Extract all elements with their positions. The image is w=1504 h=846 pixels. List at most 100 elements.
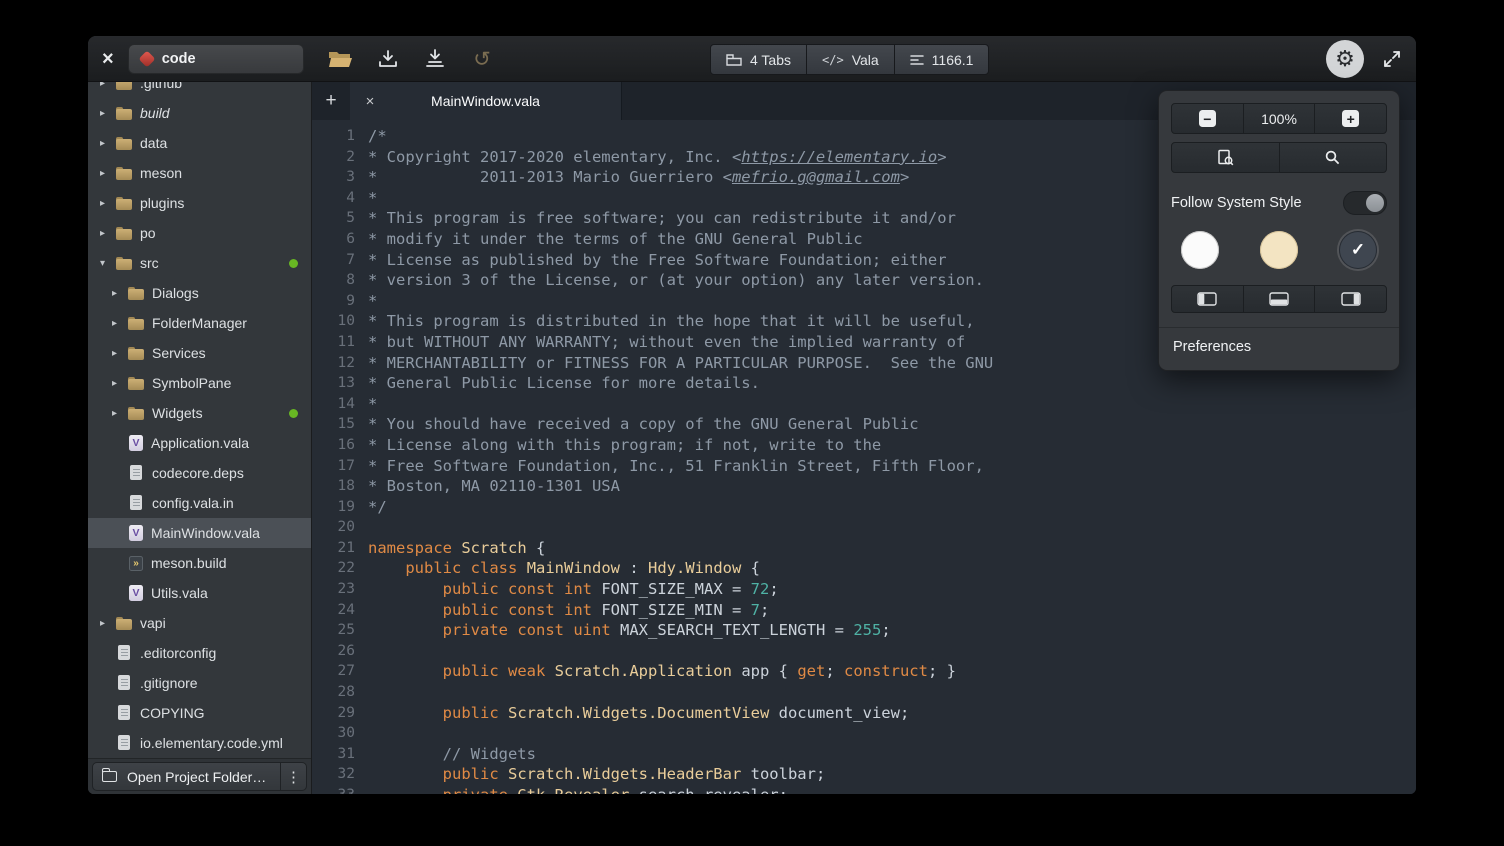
tree-item-copying[interactable]: COPYING	[88, 698, 311, 728]
follow-system-style-toggle[interactable]	[1343, 191, 1387, 215]
folder-icon	[116, 616, 132, 632]
tree-item-dialogs[interactable]: ▸Dialogs	[88, 278, 311, 308]
tree-item-codecore-deps[interactable]: codecore.deps	[88, 458, 311, 488]
tree-item-data[interactable]: ▸data	[88, 128, 311, 158]
code-line[interactable]: 32 public Scratch.Widgets.HeaderBar tool…	[312, 764, 1416, 785]
global-search-button[interactable]	[1279, 142, 1388, 173]
folder-icon	[116, 136, 132, 152]
code-line[interactable]: 15* You should have received a copy of t…	[312, 414, 1416, 435]
chevron-right-icon[interactable]: ▸	[100, 108, 116, 119]
tree-item-gitignore[interactable]: .gitignore	[88, 668, 311, 698]
open-project-control: Open Project Folder… ⋮	[92, 762, 307, 791]
chevron-right-icon[interactable]: ▸	[100, 618, 116, 629]
code-line[interactable]: 23 public const int FONT_SIZE_MAX = 72;	[312, 579, 1416, 600]
chevron-right-icon[interactable]: ▸	[100, 198, 116, 209]
chevron-right-icon[interactable]: ▸	[100, 82, 116, 89]
code-line[interactable]: 19*/	[312, 497, 1416, 518]
tab-mainwindow-vala[interactable]: × MainWindow.vala	[350, 82, 622, 120]
revert-button[interactable]: ↺	[467, 44, 497, 74]
tree-item-foldermanager[interactable]: ▸FolderManager	[88, 308, 311, 338]
open-file-button[interactable]	[326, 44, 356, 74]
tree-item-github[interactable]: ▸.github	[88, 82, 311, 98]
code-tag-icon: </>	[822, 53, 844, 67]
code-line[interactable]: 13* General Public License for more deta…	[312, 373, 1416, 394]
toggle-bottom-panel-button[interactable]	[1243, 285, 1316, 313]
folder-icon	[128, 406, 144, 422]
tree-item-label: .editorconfig	[140, 645, 216, 661]
tree-item-utils-vala[interactable]: VUtils.vala	[88, 578, 311, 608]
open-project-folder-button[interactable]: Open Project Folder…	[93, 763, 280, 790]
code-line[interactable]: 26	[312, 641, 1416, 662]
line-number: 17	[312, 456, 368, 477]
tree-item-vapi[interactable]: ▸vapi	[88, 608, 311, 638]
fullscreen-button[interactable]	[1382, 49, 1402, 69]
code-line[interactable]: 27 public weak Scratch.Application app {…	[312, 661, 1416, 682]
code-line[interactable]: 16* License along with this program; if …	[312, 435, 1416, 456]
save-button[interactable]	[373, 44, 403, 74]
tree-item-widgets[interactable]: ▸Widgets	[88, 398, 311, 428]
tree-item-editorconfig[interactable]: .editorconfig	[88, 638, 311, 668]
chevron-right-icon[interactable]: ▸	[112, 378, 128, 389]
preferences-label: Preferences	[1173, 339, 1251, 355]
line-content: public const int FONT_SIZE_MAX = 72;	[368, 579, 779, 600]
line-content: * MERCHANTABILITY or FITNESS FOR A PARTI…	[368, 353, 993, 374]
line-number: 5	[312, 208, 368, 229]
chevron-down-icon[interactable]: ▾	[100, 258, 116, 269]
code-line[interactable]: 28	[312, 682, 1416, 703]
tree-item-po[interactable]: ▸po	[88, 218, 311, 248]
light-style-button[interactable]	[1181, 231, 1219, 269]
chevron-right-icon[interactable]: ▸	[100, 138, 116, 149]
chevron-right-icon[interactable]: ▸	[100, 228, 116, 239]
code-line[interactable]: 18* Boston, MA 02110-1301 USA	[312, 476, 1416, 497]
code-line[interactable]: 22 public class MainWindow : Hdy.Window …	[312, 558, 1416, 579]
code-line[interactable]: 20	[312, 517, 1416, 538]
code-line[interactable]: 14*	[312, 394, 1416, 415]
line-content: * but WITHOUT ANY WARRANTY; without even…	[368, 332, 965, 353]
language-selector-button[interactable]: </> Vala	[806, 44, 895, 75]
sepia-style-button[interactable]	[1260, 231, 1298, 269]
tab-close-button[interactable]: ×	[360, 93, 380, 110]
tree-item-meson[interactable]: ▸meson	[88, 158, 311, 188]
chevron-right-icon[interactable]: ▸	[112, 318, 128, 329]
project-options-button[interactable]: ⋮	[280, 763, 306, 790]
code-line[interactable]: 25 private const uint MAX_SEARCH_TEXT_LE…	[312, 620, 1416, 641]
code-line[interactable]: 17* Free Software Foundation, Inc., 51 F…	[312, 456, 1416, 477]
chevron-right-icon[interactable]: ▸	[112, 348, 128, 359]
chevron-right-icon[interactable]: ▸	[112, 408, 128, 419]
preferences-menu-item[interactable]: Preferences	[1171, 328, 1387, 366]
tree-item-mainwindow-vala[interactable]: VMainWindow.vala	[88, 518, 311, 548]
tabs-overview-button[interactable]: 4 Tabs	[710, 44, 807, 75]
chevron-right-icon[interactable]: ▸	[100, 168, 116, 179]
tree-item-application-vala[interactable]: VApplication.vala	[88, 428, 311, 458]
zoom-out-button[interactable]: −	[1171, 103, 1244, 134]
tree-item-build[interactable]: ▸build	[88, 98, 311, 128]
tree-item-io-elementary-code-yml[interactable]: io.elementary.code.yml	[88, 728, 311, 758]
tree-item-src[interactable]: ▾src	[88, 248, 311, 278]
window-close-button[interactable]: ×	[102, 49, 114, 69]
toggle-sidebar-button[interactable]	[1171, 285, 1244, 313]
save-as-button[interactable]	[420, 44, 450, 74]
tree-item-symbolpane[interactable]: ▸SymbolPane	[88, 368, 311, 398]
tree-item-services[interactable]: ▸Services	[88, 338, 311, 368]
toggle-right-panel-button[interactable]	[1314, 285, 1387, 313]
code-line[interactable]: 31 // Widgets	[312, 744, 1416, 765]
chevron-right-icon[interactable]: ▸	[112, 288, 128, 299]
dark-style-button[interactable]: ✓	[1339, 231, 1377, 269]
tree-item-plugins[interactable]: ▸plugins	[88, 188, 311, 218]
folder-icon	[116, 256, 132, 272]
tree-item-meson-build[interactable]: »meson.build	[88, 548, 311, 578]
line-number: 1	[312, 126, 368, 147]
code-line[interactable]: 29 public Scratch.Widgets.DocumentView d…	[312, 703, 1416, 724]
settings-menu-button[interactable]: ⚙	[1326, 40, 1364, 78]
code-line[interactable]: 21namespace Scratch {	[312, 538, 1416, 559]
goto-line-button[interactable]: 1166.1	[894, 44, 990, 75]
project-chooser-button[interactable]: code	[128, 44, 304, 74]
code-line[interactable]: 24 public const int FONT_SIZE_MIN = 7;	[312, 600, 1416, 621]
code-line[interactable]: 30	[312, 723, 1416, 744]
line-content: * Boston, MA 02110-1301 USA	[368, 476, 620, 497]
zoom-in-button[interactable]: +	[1314, 103, 1387, 134]
find-in-file-button[interactable]	[1171, 142, 1280, 173]
code-line[interactable]: 33 private Gtk.Revealer search_revealer;	[312, 785, 1416, 794]
new-tab-button[interactable]: +	[312, 82, 350, 120]
tree-item-config-vala-in[interactable]: config.vala.in	[88, 488, 311, 518]
